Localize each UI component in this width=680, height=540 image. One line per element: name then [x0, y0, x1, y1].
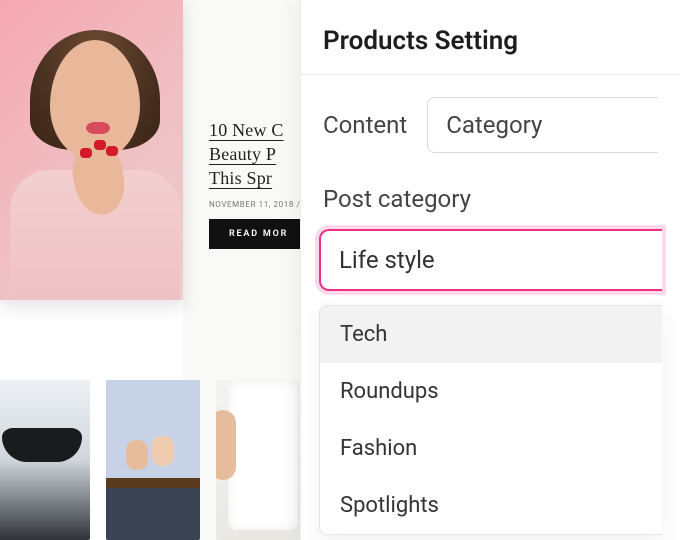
category-select-value: Category — [446, 111, 542, 139]
post-category-input[interactable]: Life style — [319, 229, 662, 291]
post-category-value: Life style — [339, 246, 435, 274]
post-title-line: This Spr — [209, 168, 272, 188]
panel-title: Products Setting — [301, 0, 680, 74]
post-category-label: Post category — [301, 161, 680, 225]
read-more-button[interactable]: READ MOR — [209, 219, 308, 249]
hero-figure — [10, 30, 170, 300]
thumb-image[interactable] — [0, 380, 90, 540]
dropdown-option-roundups[interactable]: Roundups — [320, 363, 662, 420]
stage: 10 New C Beauty P This Spr NOVEMBER 11, … — [0, 0, 680, 540]
content-row: Content Category — [301, 75, 680, 161]
post-category-dropdown: Tech Roundups Fashion Spotlights — [319, 305, 662, 535]
post-title-line: 10 New C — [209, 120, 284, 140]
post-title-line: Beauty P — [209, 144, 276, 164]
dropdown-option-tech[interactable]: Tech — [320, 306, 662, 363]
thumbnail-row — [0, 380, 310, 540]
settings-panel: Products Setting Content Category Post c… — [300, 0, 680, 540]
thumb-image[interactable] — [216, 380, 310, 540]
hero-image — [0, 0, 183, 300]
thumb-image[interactable] — [106, 380, 200, 540]
dropdown-option-fashion[interactable]: Fashion — [320, 420, 662, 477]
content-label: Content — [323, 111, 407, 139]
dropdown-option-spotlights[interactable]: Spotlights — [320, 477, 662, 534]
category-select[interactable]: Category — [427, 97, 658, 153]
